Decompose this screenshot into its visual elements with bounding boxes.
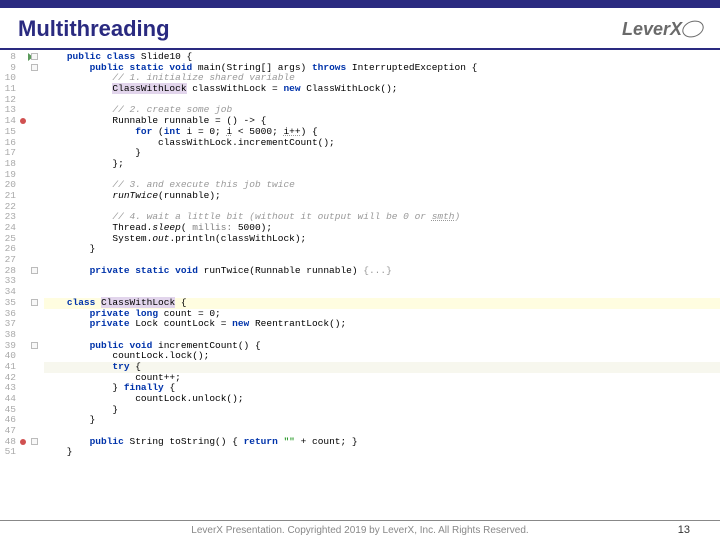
breakpoint-gutter[interactable] (18, 52, 40, 458)
top-bar (0, 0, 720, 8)
page-title: Multithreading (18, 16, 170, 42)
header: Multithreading LeverX (0, 8, 720, 48)
code-content[interactable]: public class Slide10 { public static voi… (40, 52, 720, 458)
page-number: 13 (678, 524, 690, 536)
leverx-logo: LeverX (622, 19, 702, 40)
code-editor[interactable]: 8910111213141516171819202122232425262728… (0, 50, 720, 458)
line-number-gutter: 8910111213141516171819202122232425262728… (0, 52, 18, 458)
footer: LeverX Presentation. Copyrighted 2019 by… (0, 520, 720, 540)
footer-text: LeverX Presentation. Copyrighted 2019 by… (191, 525, 528, 536)
